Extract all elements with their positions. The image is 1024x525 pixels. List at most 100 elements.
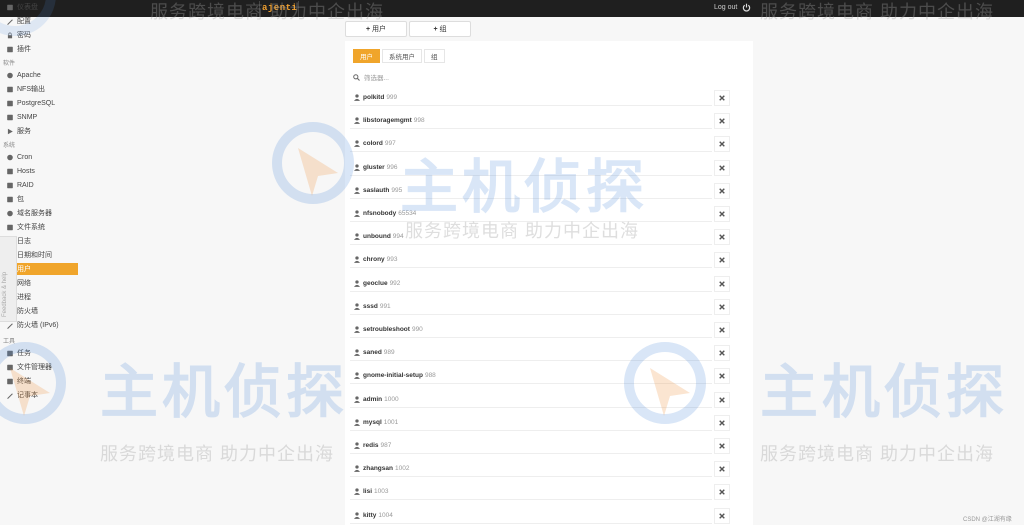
user-row[interactable]: sssd 991	[350, 299, 712, 315]
delete-user-button[interactable]	[714, 252, 730, 268]
sidebar-item[interactable]: 包	[0, 193, 78, 205]
tab-groups[interactable]: 组	[424, 49, 445, 63]
filter-input[interactable]: 筛选器...	[353, 71, 733, 83]
user-icon	[354, 488, 360, 495]
watermark-brand: 主机侦探	[760, 360, 1009, 425]
delete-user-button[interactable]	[714, 183, 730, 199]
user-icon	[354, 256, 360, 263]
delete-user-button[interactable]	[714, 392, 730, 408]
tab-bar: 用户 系统用户 组	[353, 49, 445, 63]
close-icon	[719, 397, 725, 403]
user-uid: 997	[384, 140, 396, 147]
tab-system-users[interactable]: 系统用户	[382, 49, 422, 63]
delete-user-button[interactable]	[714, 90, 730, 106]
delete-user-button[interactable]	[714, 368, 730, 384]
sidebar-item[interactable]: Apache	[0, 69, 78, 81]
user-name: colord	[363, 140, 383, 147]
sidebar-item[interactable]: 插件	[0, 43, 78, 55]
delete-user-button[interactable]	[714, 229, 730, 245]
user-name: zhangsan	[363, 465, 393, 472]
close-icon	[719, 513, 725, 519]
user-name: admin	[363, 396, 383, 403]
watermark-logo-icon	[0, 342, 66, 424]
user-icon	[354, 372, 360, 379]
user-name: redis	[363, 442, 379, 449]
user-row[interactable]: libstoragemgmt 998	[350, 113, 712, 129]
user-row[interactable]: lisi 1003	[350, 484, 712, 500]
close-icon	[719, 141, 725, 147]
watermark-logo-icon	[0, 0, 56, 36]
delete-user-button[interactable]	[714, 206, 730, 222]
delete-user-button[interactable]	[714, 276, 730, 292]
sidebar-item[interactable]: 文件系统	[0, 221, 78, 233]
fire-icon	[7, 322, 13, 329]
credit-text: CSDN @江湖有缘	[963, 517, 1012, 523]
user-uid: 996	[386, 164, 398, 171]
power-icon[interactable]	[742, 3, 751, 12]
watermark-slogan: 服务跨境电商 助力中企出海	[760, 444, 994, 464]
user-name: setroubleshoot	[363, 326, 410, 333]
watermark-logo-icon	[624, 342, 706, 424]
user-name: kitty	[363, 512, 377, 519]
add-group-button[interactable]: + 组	[409, 21, 471, 37]
sidebar-item[interactable]: 服务	[0, 125, 78, 137]
hdd-icon	[7, 224, 13, 230]
user-icon	[354, 233, 360, 240]
sidebar-item[interactable]: Cron	[0, 151, 78, 163]
delete-user-button[interactable]	[714, 113, 730, 129]
delete-user-button[interactable]	[714, 160, 730, 176]
user-name: unbound	[363, 233, 391, 240]
delete-user-button[interactable]	[714, 299, 730, 315]
delete-user-button[interactable]	[714, 461, 730, 477]
plus-icon: +	[365, 25, 371, 33]
user-name: libstoragemgmt	[363, 117, 412, 124]
feedback-tab[interactable]: Feedback & help	[0, 236, 17, 322]
user-row[interactable]: redis 987	[350, 438, 712, 454]
watermark-slogan: 服务跨境电商 助力中企出海	[150, 2, 384, 22]
close-icon	[719, 211, 725, 217]
user-row[interactable]: polkitd 999	[350, 90, 712, 106]
user-icon	[354, 94, 360, 101]
delete-user-button[interactable]	[714, 438, 730, 454]
user-row[interactable]: kitty 1004	[350, 508, 712, 524]
watermark-brand: 主机侦探	[100, 360, 349, 425]
watermark-slogan: 服务跨境电商 助力中企出海	[405, 221, 639, 241]
sidebar-item[interactable]: SNMP	[0, 111, 78, 123]
sidebar-item[interactable]: 域名服务器	[0, 207, 78, 219]
delete-user-button[interactable]	[714, 484, 730, 500]
user-name: polkitd	[363, 94, 385, 101]
globe-icon	[7, 72, 13, 78]
user-icon	[354, 280, 360, 287]
delete-user-button[interactable]	[714, 322, 730, 338]
close-icon	[719, 327, 725, 333]
user-icon	[354, 512, 360, 519]
user-row[interactable]: setroubleshoot 990	[350, 322, 712, 338]
user-uid: 991	[379, 303, 391, 310]
user-icon	[354, 419, 360, 426]
user-name: saslauth	[363, 187, 390, 194]
delete-user-button[interactable]	[714, 508, 730, 524]
sidebar-category: 系统	[3, 143, 16, 149]
user-icon	[354, 465, 360, 472]
close-icon	[719, 165, 725, 171]
user-row[interactable]: geoclue 992	[350, 276, 712, 292]
sidebar-item[interactable]: Hosts	[0, 165, 78, 177]
sitemap-icon	[7, 168, 13, 174]
user-row[interactable]: zhangsan 1002	[350, 461, 712, 477]
gift-icon	[7, 196, 13, 202]
user-uid: 1001	[383, 419, 399, 426]
sidebar-item[interactable]: PostgreSQL	[0, 97, 78, 109]
logout-link[interactable]: Log out	[714, 4, 737, 11]
cogs-icon	[7, 46, 13, 52]
delete-user-button[interactable]	[714, 415, 730, 431]
user-icon	[354, 396, 360, 403]
close-icon	[719, 234, 725, 240]
user-row[interactable]: chrony 993	[350, 252, 712, 268]
play-icon	[7, 128, 13, 134]
delete-user-button[interactable]	[714, 345, 730, 361]
tab-users[interactable]: 用户	[353, 49, 380, 63]
sidebar-item[interactable]: RAID	[0, 179, 78, 191]
sidebar-item[interactable]: NFS输出	[0, 83, 78, 95]
user-name: chrony	[363, 256, 385, 263]
delete-user-button[interactable]	[714, 136, 730, 152]
